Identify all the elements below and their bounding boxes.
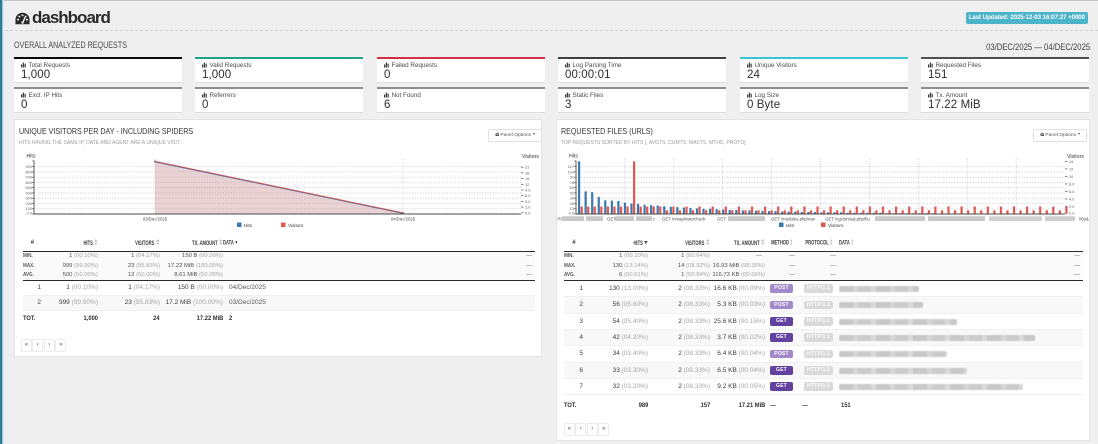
- svg-text:500: 500: [26, 185, 33, 190]
- svg-text:104: 104: [568, 169, 575, 174]
- svg-text:Hits: Hits: [244, 223, 253, 228]
- svg-text:6.0: 6.0: [525, 193, 531, 198]
- svg-text:4.0: 4.0: [1069, 196, 1075, 201]
- svg-text:04/Dec/2025: 04/Dec/2025: [391, 217, 416, 222]
- svg-text:91: 91: [570, 175, 574, 180]
- svg-text:78: 78: [570, 180, 574, 185]
- svg-text:117: 117: [568, 164, 574, 169]
- svg-text:Hits: Hits: [569, 154, 578, 160]
- svg-text:600: 600: [26, 180, 33, 185]
- svg-text:21: 21: [525, 165, 529, 170]
- svg-text:GET /modules.php/nan: GET /modules.php/nan: [771, 216, 816, 221]
- svg-text:18: 18: [525, 170, 529, 175]
- svg-text:39: 39: [570, 196, 574, 201]
- svg-text:9.0: 9.0: [525, 188, 531, 193]
- svg-text:0.0: 0.0: [27, 211, 33, 216]
- svg-text:65: 65: [570, 185, 574, 190]
- svg-text:1.0: 1.0: [525, 205, 531, 210]
- svg-text:800: 800: [26, 169, 33, 174]
- svg-text:c: c: [653, 216, 656, 221]
- svg-text:03/Dec/2025: 03/Dec/2025: [143, 217, 168, 222]
- svg-text:10: 10: [1069, 174, 1074, 179]
- svg-text:0.0: 0.0: [1069, 211, 1075, 216]
- svg-text:GET /nmaplowercheck: GET /nmaplowercheck: [662, 216, 706, 221]
- svg-text:0.0: 0.0: [525, 210, 531, 215]
- svg-text:GET: GET: [717, 216, 726, 221]
- svg-text:52: 52: [570, 190, 574, 195]
- svg-text:700: 700: [26, 175, 33, 180]
- svg-text:8.0: 8.0: [1069, 181, 1075, 186]
- svg-text:6.0: 6.0: [1069, 189, 1075, 194]
- svg-text:GET /cgi-bin/sql.php/hu: GET /cgi-bin/sql.php/hu: [825, 216, 870, 221]
- svg-text:15: 15: [525, 176, 529, 181]
- svg-text:12: 12: [1069, 166, 1073, 171]
- svg-text:12: 12: [525, 182, 529, 187]
- svg-text:Visitors: Visitors: [288, 223, 304, 228]
- svg-text:Hits: Hits: [786, 223, 795, 228]
- svg-text:00y&: 00y&: [1079, 216, 1089, 221]
- svg-text:Visitors: Visitors: [828, 223, 844, 228]
- svg-text:26: 26: [570, 201, 574, 206]
- svg-text:0.0: 0.0: [569, 211, 575, 216]
- svg-text:Visitors: Visitors: [522, 154, 539, 160]
- svg-text:2.0: 2.0: [1069, 204, 1075, 209]
- svg-text:200: 200: [26, 201, 33, 206]
- svg-text:300: 300: [26, 196, 33, 201]
- svg-text:400: 400: [26, 190, 33, 195]
- svg-text:900: 900: [26, 164, 33, 169]
- svg-text:Hits: Hits: [27, 154, 36, 160]
- svg-text:3.0: 3.0: [525, 199, 531, 204]
